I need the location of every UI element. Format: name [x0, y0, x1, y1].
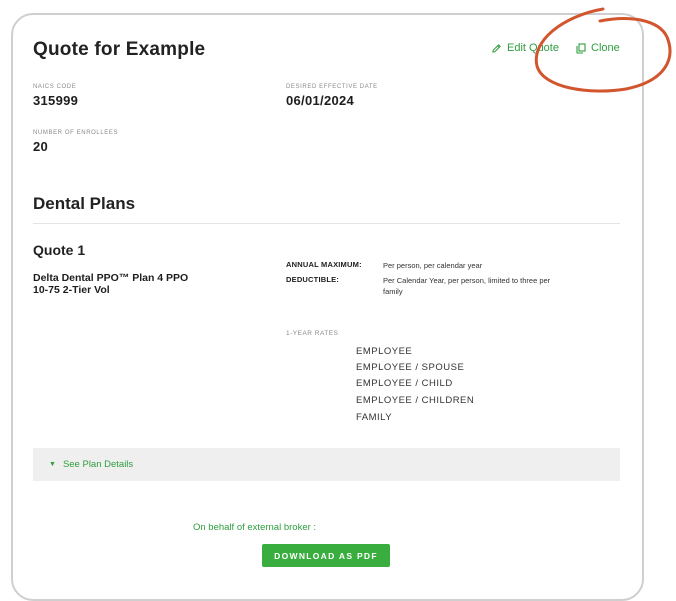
rate-tier-employee-children: EMPLOYEE / CHILDREN: [356, 395, 475, 406]
annual-maximum-label: ANNUAL MAXIMUM:: [286, 260, 362, 269]
download-pdf-button[interactable]: DOWNLOAD AS PDF: [262, 544, 390, 567]
rate-tier-employee-spouse: EMPLOYEE / SPOUSE: [356, 362, 465, 373]
deductible-label: DEDUCTIBLE:: [286, 275, 340, 284]
clone-label: Clone: [591, 42, 620, 54]
plan-name-line-1: Delta Dental PPO™ Plan 4 PPO: [33, 272, 189, 284]
rate-tier-family: FAMILY: [356, 412, 393, 423]
effective-date-value: 06/01/2024: [286, 93, 355, 108]
deductible-value: Per Calendar Year, per person, limited t…: [383, 276, 551, 296]
see-plan-details-label: See Plan Details: [62, 459, 134, 470]
effective-date-label: DESIRED EFFECTIVE DATE: [286, 84, 378, 90]
pencil-icon: [491, 43, 502, 54]
edit-quote-button[interactable]: Edit Quote: [491, 42, 559, 54]
section-title: Dental Plans: [33, 194, 136, 213]
annual-maximum-value: Per person, per calendar year: [383, 261, 483, 270]
enrollees-value: 20: [33, 139, 49, 154]
plan-name-line-2: 10-75 2-Tier Vol: [33, 284, 110, 296]
clone-button[interactable]: Clone: [576, 42, 620, 54]
caret-down-icon: ▼: [49, 461, 56, 468]
broker-text: On behalf of external broker :: [193, 522, 317, 533]
enrollees-label: NUMBER OF ENROLLEES: [33, 130, 119, 136]
rate-tier-employee-child: EMPLOYEE / CHILD: [356, 378, 453, 389]
page-title: Quote for Example: [33, 39, 206, 60]
rate-tier-employee: EMPLOYEE: [356, 346, 413, 357]
naics-value: 315999: [33, 93, 79, 108]
download-pdf-label: DOWNLOAD AS PDF: [274, 550, 378, 561]
see-plan-details-toggle[interactable]: ▼ See Plan Details: [33, 448, 620, 481]
edit-quote-label: Edit Quote: [507, 42, 559, 54]
plan-name: Delta Dental PPO™ Plan 4 PPO 10-75 2-Tie…: [33, 272, 263, 296]
naics-label: NAICS CODE: [33, 84, 77, 90]
section-divider: [33, 223, 620, 224]
copy-icon: [576, 42, 586, 54]
quote-title: Quote 1: [33, 242, 86, 258]
rates-label: 1-YEAR RATES: [286, 330, 339, 337]
